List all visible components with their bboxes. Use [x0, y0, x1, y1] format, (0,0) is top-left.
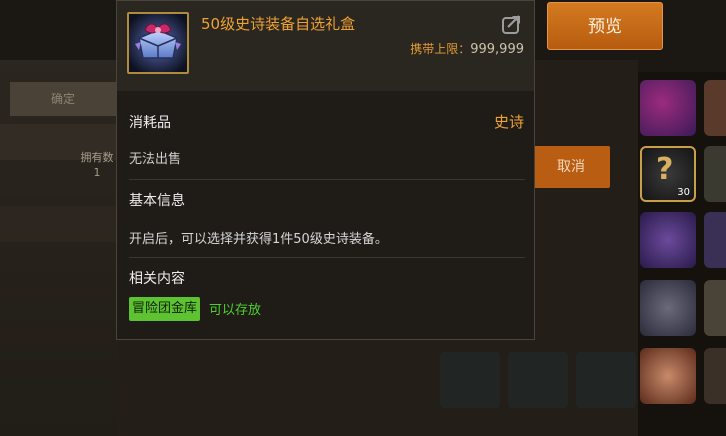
divider: [129, 257, 525, 258]
carry-limit: 携带上限：999,999: [410, 40, 524, 57]
background-row: [0, 206, 118, 242]
background-left-panel: [0, 60, 118, 436]
share-icon[interactable]: [502, 14, 522, 34]
inventory-slot[interactable]: [704, 146, 726, 202]
question-mark-icon: ?: [656, 152, 674, 187]
inventory-slot[interactable]: [704, 348, 726, 404]
inventory-slot[interactable]: ? 30: [640, 146, 696, 202]
storage-tag: 冒险团金库: [129, 297, 201, 321]
item-rarity: 史诗: [493, 113, 524, 131]
item-category: 消耗品: [129, 115, 171, 131]
dim-slot: [508, 352, 568, 408]
inventory-grid: ? 30: [638, 72, 726, 436]
inventory-slot[interactable]: [704, 80, 726, 136]
item-name: 50级史诗装备自选礼盒: [201, 15, 356, 33]
slot-count: 30: [677, 187, 690, 198]
inventory-slot[interactable]: [640, 80, 696, 136]
carry-limit-value: 999,999: [470, 42, 524, 57]
inventory-slot[interactable]: [704, 280, 726, 336]
owned-value: 1: [93, 166, 101, 179]
carry-limit-label: 携带上限：: [410, 42, 471, 56]
inventory-slot[interactable]: [640, 280, 696, 336]
inventory-slot[interactable]: [640, 348, 696, 404]
basic-info-title: 基本信息: [129, 193, 185, 209]
item-tooltip: 50级史诗装备自选礼盒 携带上限：999,999 消耗品 史诗 无法出售 基本信…: [116, 0, 535, 340]
dim-slot: [440, 352, 500, 408]
cancel-button[interactable]: 取消: [532, 146, 610, 188]
owned-count: 拥有数 1: [72, 150, 122, 180]
gift-box-icon: [127, 12, 189, 74]
item-description: 开启后，可以选择并获得1件50级史诗装备。: [129, 232, 388, 247]
sell-status: 无法出售: [129, 152, 182, 167]
storage-status: 可以存放: [209, 303, 262, 318]
confirm-button[interactable]: 确定: [10, 82, 116, 116]
related-content-title: 相关内容: [129, 271, 185, 287]
dim-slot: [576, 352, 636, 408]
inventory-slot[interactable]: [704, 212, 726, 268]
inventory-slot[interactable]: [640, 212, 696, 268]
owned-label: 拥有数: [80, 151, 114, 164]
preview-button[interactable]: 预览: [547, 2, 663, 50]
divider: [129, 179, 525, 180]
